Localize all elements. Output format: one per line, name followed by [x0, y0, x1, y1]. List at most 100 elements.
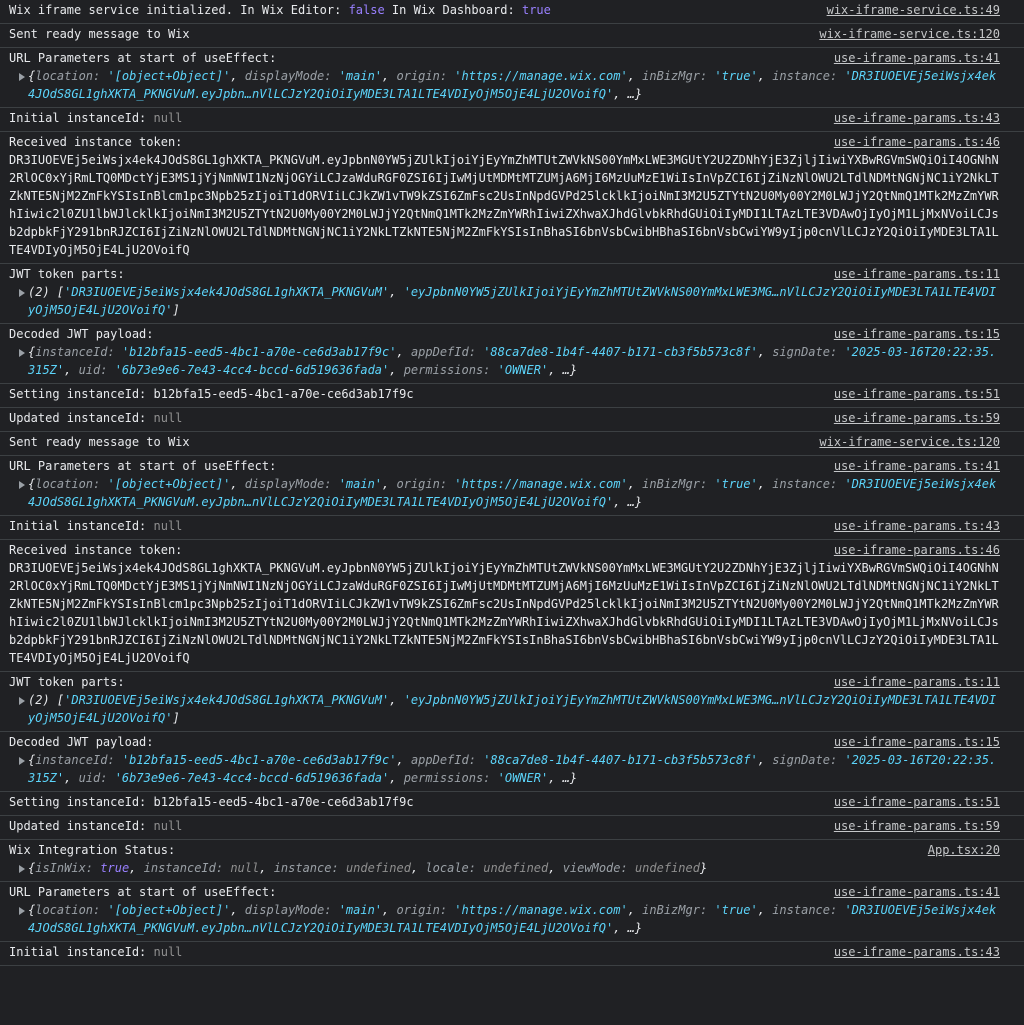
source-link[interactable]: wix-iframe-service.ts:120 [819, 25, 1000, 43]
log-entry: use-iframe-params.ts:11 JWT token parts:(… [0, 264, 1024, 324]
object-value: 'main' [338, 477, 383, 491]
punctuation: , [389, 285, 404, 299]
punctuation: origin: [396, 69, 455, 83]
punctuation: , [230, 477, 245, 491]
punctuation: , [627, 903, 643, 917]
object-value: 'b12bfa15-eed5-4bc1-a70e-ce6d3ab17f9c' [121, 345, 397, 359]
log-entry: use-iframe-params.ts:46 Received instance… [0, 540, 1024, 672]
object-value: 'OWNER' [497, 771, 549, 785]
source-link[interactable]: use-iframe-params.ts:43 [834, 517, 1000, 535]
expand-triangle-icon[interactable] [19, 289, 25, 297]
punctuation: instance: [772, 69, 845, 83]
boolean-value: false [348, 3, 385, 17]
log-entry: use-iframe-params.ts:51 Setting instanceI… [0, 384, 1024, 408]
console-log-list: wix-iframe-service.ts:49 Wix iframe servi… [0, 0, 1024, 1025]
expand-triangle-icon[interactable] [19, 697, 25, 705]
punctuation: , [259, 861, 274, 875]
punctuation: , [382, 477, 397, 491]
object-value: '[object+Object]' [107, 69, 231, 83]
object-value: undefined [634, 861, 700, 875]
source-link[interactable]: use-iframe-params.ts:59 [834, 817, 1000, 835]
log-entry: use-iframe-params.ts:11 JWT token parts:(… [0, 672, 1024, 732]
punctuation: , [64, 771, 79, 785]
expand-triangle-icon[interactable] [19, 349, 25, 357]
punctuation: displayMode: [244, 69, 339, 83]
source-link[interactable]: use-iframe-params.ts:46 [834, 541, 1000, 559]
source-link[interactable]: use-iframe-params.ts:43 [834, 109, 1000, 127]
punctuation: , [757, 753, 773, 767]
punctuation: location: [35, 903, 108, 917]
log-text: Updated instanceId: [9, 411, 154, 425]
null-value: null [153, 945, 183, 959]
expand-triangle-icon[interactable] [19, 73, 25, 81]
punctuation: ] [172, 303, 180, 317]
object-value: '88ca7de8-1b4f-4407-b171-cb3f5b573c8f' [483, 753, 758, 767]
punctuation: isInWix: [35, 861, 101, 875]
punctuation: , [382, 903, 397, 917]
source-link[interactable]: use-iframe-params.ts:15 [834, 325, 1000, 343]
boolean-value: true [521, 3, 551, 17]
array-preview[interactable]: (2) ['DR3IUOEVEj5eiWsjx4ek4JOdS8GL1ghXKT… [9, 691, 1002, 727]
object-value: 'b12bfa15-eed5-4bc1-a70e-ce6d3ab17f9c' [121, 753, 397, 767]
array-preview[interactable]: (2) ['DR3IUOEVEj5eiWsjx4ek4JOdS8GL1ghXKT… [9, 283, 1002, 319]
object-preview[interactable]: {isInWix: true, instanceId: null, instan… [9, 859, 1002, 877]
punctuation: viewMode: [562, 861, 635, 875]
source-link[interactable]: use-iframe-params.ts:11 [834, 673, 1000, 691]
null-value: null [153, 111, 183, 125]
punctuation: inBizMgr: [642, 69, 715, 83]
punctuation: displayMode: [244, 903, 339, 917]
punctuation: location: [35, 477, 108, 491]
object-preview[interactable]: {instanceId: 'b12bfa15-eed5-4bc1-a70e-ce… [9, 343, 1002, 379]
punctuation: , [230, 903, 245, 917]
log-text: Initial instanceId: [9, 519, 154, 533]
punctuation: } [699, 861, 708, 875]
expand-triangle-icon[interactable] [19, 865, 25, 873]
object-preview[interactable]: {location: '[object+Object]', displayMod… [9, 901, 1002, 937]
expand-triangle-icon[interactable] [19, 757, 25, 765]
object-value: undefined [345, 861, 411, 875]
source-link[interactable]: use-iframe-params.ts:51 [834, 385, 1000, 403]
punctuation: locale: [425, 861, 484, 875]
source-link[interactable]: wix-iframe-service.ts:120 [819, 433, 1000, 451]
punctuation: instance: [772, 903, 845, 917]
expand-triangle-icon[interactable] [19, 481, 25, 489]
punctuation: , …} [548, 771, 578, 785]
source-link[interactable]: use-iframe-params.ts:43 [834, 943, 1000, 961]
punctuation: , [757, 477, 773, 491]
log-text: In Wix Dashboard: [384, 3, 522, 17]
punctuation: ] [172, 711, 180, 725]
punctuation: , [548, 861, 563, 875]
source-link[interactable]: use-iframe-params.ts:41 [834, 883, 1000, 901]
source-link[interactable]: wix-iframe-service.ts:49 [827, 1, 1000, 19]
array-count: (2) [28, 693, 57, 707]
source-link[interactable]: use-iframe-params.ts:41 [834, 49, 1000, 67]
punctuation: , …} [613, 495, 643, 509]
punctuation: instanceId: [35, 345, 122, 359]
punctuation: , [410, 861, 426, 875]
log-entry: wix-iframe-service.ts:120 Sent ready mess… [0, 24, 1024, 48]
expand-triangle-icon[interactable] [19, 907, 25, 915]
source-link[interactable]: use-iframe-params.ts:41 [834, 457, 1000, 475]
object-preview[interactable]: {location: '[object+Object]', displayMod… [9, 475, 1002, 511]
punctuation: origin: [396, 477, 455, 491]
source-link[interactable]: use-iframe-params.ts:46 [834, 133, 1000, 151]
log-entry: use-iframe-params.ts:43 Initial instanceI… [0, 108, 1024, 132]
source-link[interactable]: use-iframe-params.ts:15 [834, 733, 1000, 751]
punctuation: appDefId: [410, 345, 484, 359]
source-link[interactable]: use-iframe-params.ts:11 [834, 265, 1000, 283]
source-link[interactable]: use-iframe-params.ts:59 [834, 409, 1000, 427]
log-entry: use-iframe-params.ts:59 Updated instanceI… [0, 816, 1024, 840]
log-text: Initial instanceId: [9, 945, 154, 959]
object-value: 'main' [338, 69, 383, 83]
object-preview[interactable]: {instanceId: 'b12bfa15-eed5-4bc1-a70e-ce… [9, 751, 1002, 787]
log-entry: use-iframe-params.ts:59 Updated instanceI… [0, 408, 1024, 432]
source-link[interactable]: use-iframe-params.ts:51 [834, 793, 1000, 811]
log-entry: wix-iframe-service.ts:120 Sent ready mess… [0, 432, 1024, 456]
punctuation: signDate: [772, 753, 845, 767]
punctuation: , [627, 477, 643, 491]
object-preview[interactable]: {location: '[object+Object]', displayMod… [9, 67, 1002, 103]
object-value: 'true' [714, 903, 758, 917]
source-link[interactable]: App.tsx:20 [928, 841, 1000, 859]
log-entry: wix-iframe-service.ts:49 Wix iframe servi… [0, 0, 1024, 24]
punctuation: uid: [78, 363, 115, 377]
